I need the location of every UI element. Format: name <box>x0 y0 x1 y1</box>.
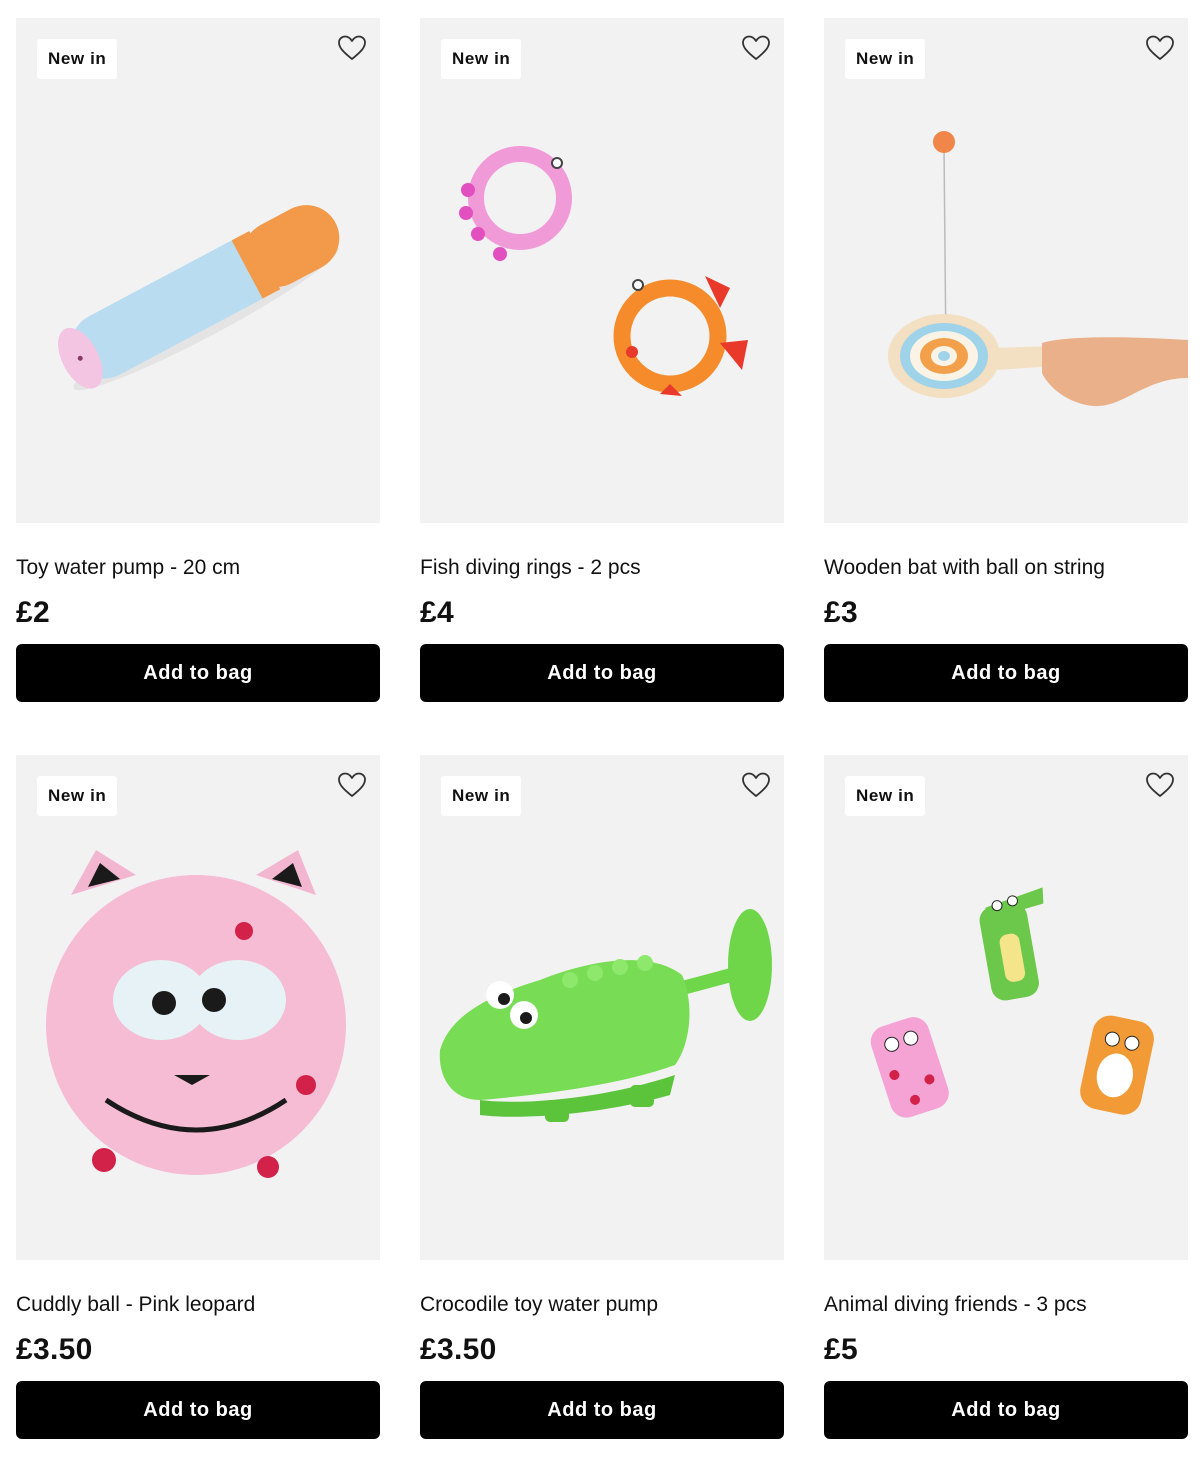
heart-outline-icon <box>1146 35 1174 60</box>
heart-outline-icon <box>742 772 770 797</box>
new-in-badge: New in <box>845 39 926 79</box>
product-price: £2 <box>16 596 50 629</box>
product-card[interactable]: New in Cuddly ball - Pink leopard £3.50 … <box>16 755 380 1439</box>
product-card[interactable]: New in Fish diving rings - 2 pcs £4 Add … <box>420 18 784 702</box>
heart-outline-icon <box>338 35 366 60</box>
new-in-badge: New in <box>441 776 522 816</box>
heart-outline-icon <box>338 772 366 797</box>
favorite-button[interactable] <box>1144 769 1176 801</box>
new-in-badge: New in <box>37 776 118 816</box>
product-card[interactable]: New in Crocodile toy water pump £3.50 Ad… <box>420 755 784 1439</box>
animal-diving-friends-image <box>870 887 1154 1118</box>
product-title[interactable]: Crocodile toy water pump <box>420 1290 784 1320</box>
product-price: £5 <box>824 1333 858 1366</box>
new-in-badge: New in <box>441 39 522 79</box>
product-title[interactable]: Fish diving rings - 2 pcs <box>420 553 784 583</box>
add-to-bag-button[interactable]: Add to bag <box>16 644 380 702</box>
product-price: £3 <box>824 596 858 629</box>
favorite-button[interactable] <box>336 769 368 801</box>
product-card[interactable]: New in Wooden bat with ball on string £3… <box>824 18 1188 702</box>
new-in-badge: New in <box>845 776 926 816</box>
product-image-area[interactable]: New in <box>420 755 784 1260</box>
add-to-bag-button[interactable]: Add to bag <box>824 644 1188 702</box>
paddle-ball-image <box>888 131 1188 407</box>
product-image-area[interactable]: New in <box>824 18 1188 523</box>
product-title[interactable]: Animal diving friends - 3 pcs <box>824 1290 1188 1320</box>
add-to-bag-button[interactable]: Add to bag <box>824 1381 1188 1439</box>
favorite-button[interactable] <box>740 769 772 801</box>
foam-water-pump-image <box>58 205 340 391</box>
add-to-bag-button[interactable]: Add to bag <box>420 1381 784 1439</box>
product-title[interactable]: Wooden bat with ball on string <box>824 553 1188 583</box>
pink-leopard-plush-image <box>46 850 346 1178</box>
product-price: £4 <box>420 596 454 629</box>
product-image-area[interactable]: New in <box>420 18 784 523</box>
product-image-area[interactable]: New in <box>16 755 380 1260</box>
favorite-button[interactable] <box>740 32 772 64</box>
product-price: £3.50 <box>420 1333 497 1366</box>
product-card[interactable]: New in Toy water pump - 20 cm £2 Add to … <box>16 18 380 702</box>
heart-outline-icon <box>1146 772 1174 797</box>
favorite-button[interactable] <box>1144 32 1176 64</box>
add-to-bag-button[interactable]: Add to bag <box>420 644 784 702</box>
product-card[interactable]: New in Animal diving friends - 3 pcs £5 … <box>824 755 1188 1439</box>
crocodile-water-pump-image <box>439 909 772 1122</box>
heart-outline-icon <box>742 35 770 60</box>
product-title[interactable]: Toy water pump - 20 cm <box>16 553 380 583</box>
add-to-bag-button[interactable]: Add to bag <box>16 1381 380 1439</box>
new-in-badge: New in <box>37 39 118 79</box>
product-title[interactable]: Cuddly ball - Pink leopard <box>16 1290 380 1320</box>
product-price: £3.50 <box>16 1333 93 1366</box>
fish-diving-rings-image <box>459 146 748 396</box>
product-grid: New in Toy water pump - 20 cm £2 Add to … <box>16 18 1188 1439</box>
product-image-area[interactable]: New in <box>16 18 380 523</box>
product-image-area[interactable]: New in <box>824 755 1188 1260</box>
favorite-button[interactable] <box>336 32 368 64</box>
